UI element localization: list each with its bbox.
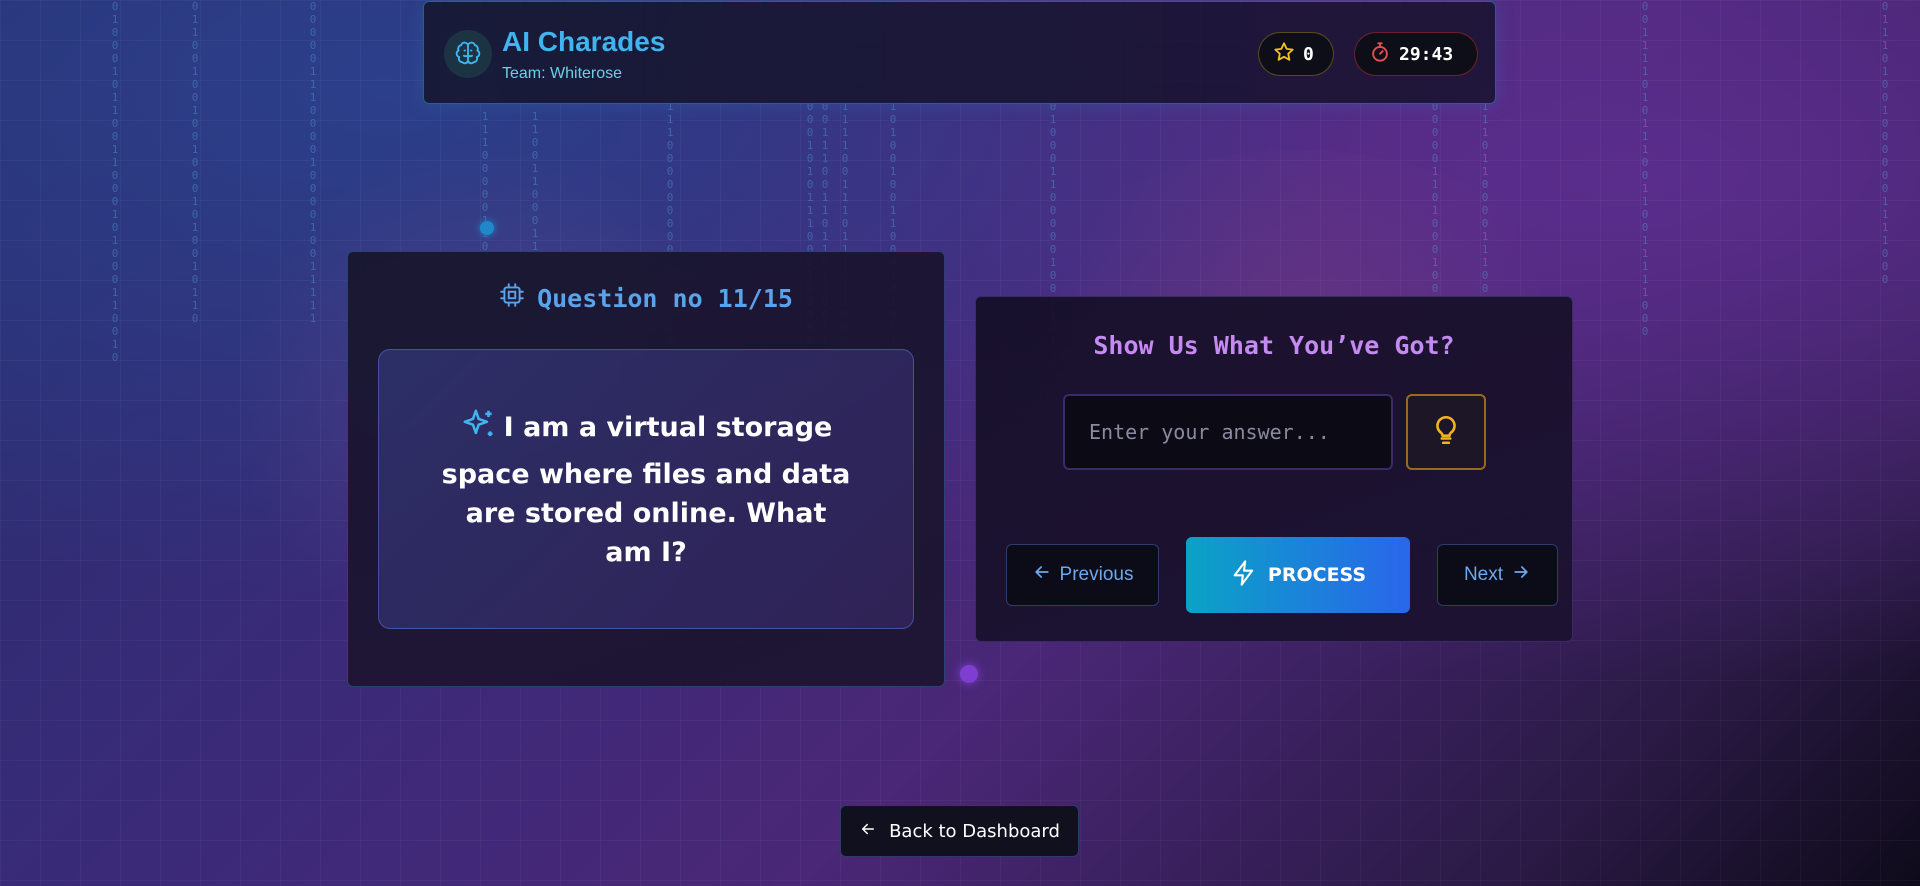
brain-icon [444, 30, 492, 78]
process-label: PROCESS [1267, 564, 1367, 586]
answer-card: Show Us What You’ve Got? Previous PROCES… [975, 296, 1573, 642]
binary-column: 0 0 0 0 0 1 1 1 0 0 0 0 1 0 0 0 0 1 0 0 … [309, 0, 317, 325]
hint-button[interactable] [1406, 394, 1486, 470]
timer-value: 29:43 [1399, 43, 1454, 65]
arrow-left-icon [859, 820, 877, 843]
next-button[interactable]: Next [1437, 544, 1558, 606]
previous-label: Previous [1059, 564, 1134, 585]
process-button[interactable]: PROCESS [1186, 537, 1410, 613]
question-text-block: I am a virtual storage space where files… [439, 406, 853, 572]
timer-badge: 29:43 [1354, 32, 1478, 76]
binary-column: 0 0 0 0 0 1 1 0 1 0 0 0 1 0 0 [1431, 100, 1439, 295]
back-to-dashboard-button[interactable]: Back to Dashboard [840, 805, 1079, 857]
team-label: Team: Whiterose [502, 65, 623, 82]
decor-dot-purple [960, 665, 978, 683]
previous-button[interactable]: Previous [1006, 544, 1159, 606]
question-text: I am a virtual storage space where files… [441, 412, 851, 568]
arrow-right-icon [1511, 562, 1531, 588]
stopwatch-icon [1369, 41, 1391, 68]
arrow-left-icon [1032, 562, 1052, 588]
binary-column: 0 1 0 0 0 1 0 1 1 0 0 1 1 0 0 0 1 0 1 0 … [111, 0, 119, 364]
app-title: AI Charades [502, 26, 666, 57]
question-heading: Question no 11/15 [348, 282, 944, 314]
lightbulb-icon [1429, 413, 1463, 452]
binary-column: 0 1 1 1 0 1 0 0 1 0 0 0 0 0 0 1 1 1 1 0 … [1881, 0, 1889, 286]
next-label: Next [1463, 564, 1504, 585]
question-card: Question no 11/15 I am a virtual storage… [347, 251, 945, 687]
binary-column: 0 1 1 0 0 1 0 0 1 0 0 1 0 0 0 1 0 1 0 0 … [191, 0, 199, 325]
decor-dot-blue [480, 221, 494, 235]
lightning-icon [1230, 559, 1258, 592]
score-badge: 0 [1258, 32, 1334, 76]
sparkles-icon [460, 406, 498, 455]
binary-column: 0 0 1 1 1 1 0 1 0 1 1 1 0 0 1 1 0 0 1 1 … [1641, 0, 1649, 338]
question-box: I am a virtual storage space where files… [378, 349, 914, 629]
answer-input[interactable] [1063, 394, 1393, 470]
binary-column: 1 1 1 0 1 1 0 0 0 0 1 1 1 0 0 [1481, 100, 1489, 295]
back-label: Back to Dashboard [889, 820, 1060, 842]
answer-heading: Show Us What You’ve Got? [1093, 331, 1455, 360]
star-icon [1273, 41, 1295, 68]
cpu-chip-icon [499, 282, 525, 314]
top-bar: AI Charades Team: Whiterose 0 29:43 [423, 1, 1496, 104]
score-value: 0 [1303, 43, 1314, 65]
question-number: Question no 11/15 [537, 283, 793, 313]
